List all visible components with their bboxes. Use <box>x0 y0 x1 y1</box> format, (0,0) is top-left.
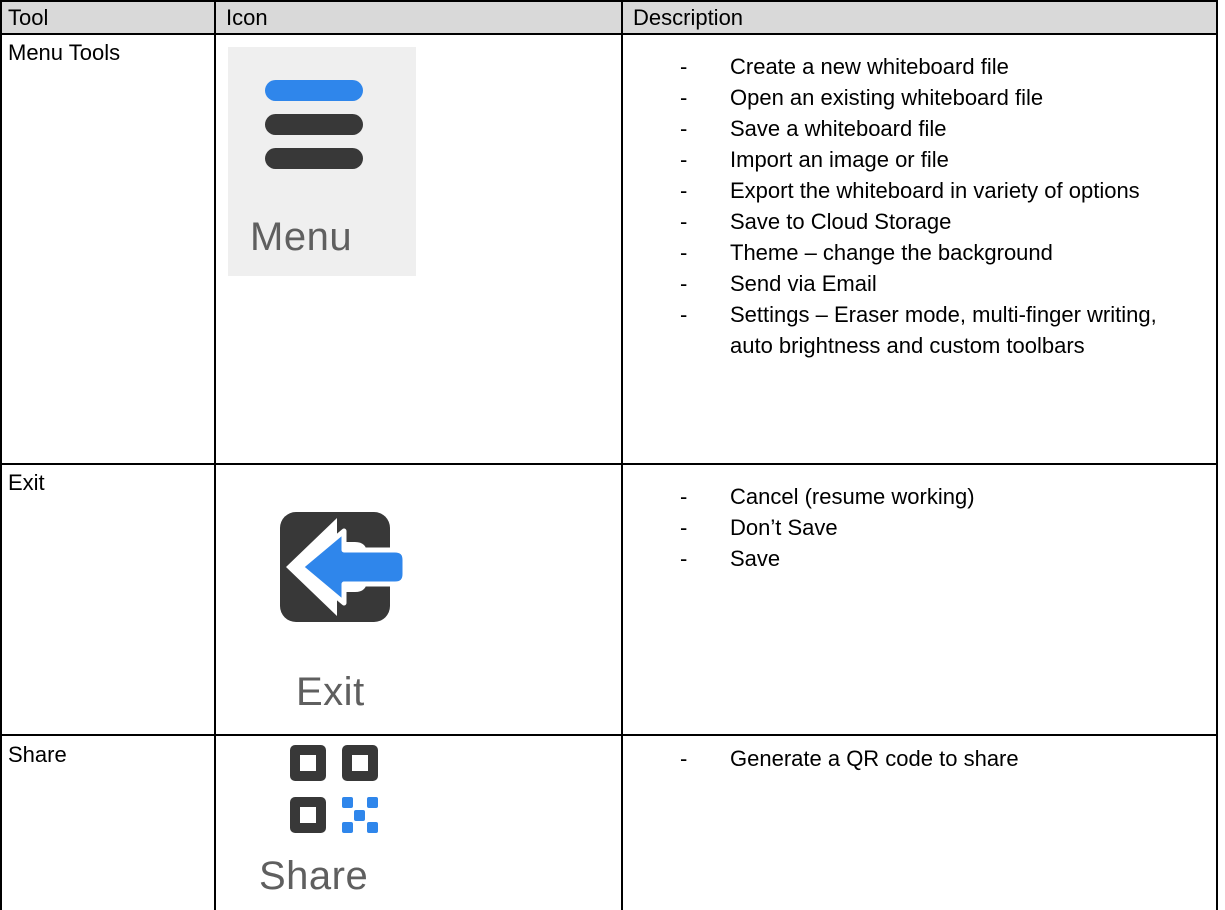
share-icon-label: Share <box>259 854 369 898</box>
header-icon: Icon <box>226 5 268 30</box>
column-divider-2 <box>621 0 623 910</box>
list-item: - Save <box>680 546 781 571</box>
list-item: - Import an image or file <box>680 147 949 172</box>
exit-arrow-icon <box>280 512 408 622</box>
menu-bar-bottom <box>265 148 363 169</box>
menu-bar-top <box>265 80 363 101</box>
exit-description-list: - Cancel (resume working) - Don’t Save - Sa… <box>640 481 1200 574</box>
qr-code-icon <box>290 745 378 833</box>
column-divider-1 <box>214 0 216 910</box>
list-item: - Theme – change the background <box>680 240 1053 265</box>
header-tool: Tool <box>8 5 49 30</box>
tool-name-menu: Menu Tools <box>8 40 121 65</box>
list-item: - Open an existing whiteboard file <box>680 85 1044 110</box>
list-item: - Save a whiteboard file <box>680 116 947 141</box>
menu-description-list: - Create a new whiteboard file - Open an e… <box>640 51 1200 361</box>
header-divider <box>0 33 1218 35</box>
exit-icon-label: Exit <box>296 670 365 714</box>
menu-icon-label: Menu <box>250 215 353 259</box>
list-item: - Send via Email <box>680 271 877 296</box>
list-item: - Create a new whiteboard file <box>680 54 1009 79</box>
list-item: - Don’t Save <box>680 515 838 540</box>
table-border-left <box>0 0 2 910</box>
table-border-right <box>1216 0 1218 910</box>
row-divider-1 <box>0 463 1218 465</box>
header-row-background <box>0 0 1218 34</box>
list-item: - Export the whiteboard in variety of opt… <box>680 178 1140 203</box>
menu-icon-panel[interactable]: Menu <box>228 47 416 276</box>
list-item: - Save to Cloud Storage <box>680 209 952 234</box>
list-item: - Settings – Eraser mode, multi-finger wr… <box>680 302 1157 358</box>
tools-table: Tool Icon Description Menu Tools Menu -C… <box>0 0 1225 910</box>
menu-bar-middle <box>265 114 363 135</box>
tool-name-exit: Exit <box>8 470 45 495</box>
header-description: Description <box>633 5 744 30</box>
exit-icon-panel[interactable]: Exit <box>217 482 455 732</box>
row-divider-2 <box>0 734 1218 736</box>
share-icon-panel[interactable]: Share <box>228 737 454 910</box>
table-border-top <box>0 0 1218 2</box>
tool-name-share: Share <box>8 742 67 767</box>
share-description-list: - Generate a QR code to share <box>640 743 1200 774</box>
list-item: - Cancel (resume working) <box>680 484 975 509</box>
list-item: - Generate a QR code to share <box>680 746 1019 771</box>
